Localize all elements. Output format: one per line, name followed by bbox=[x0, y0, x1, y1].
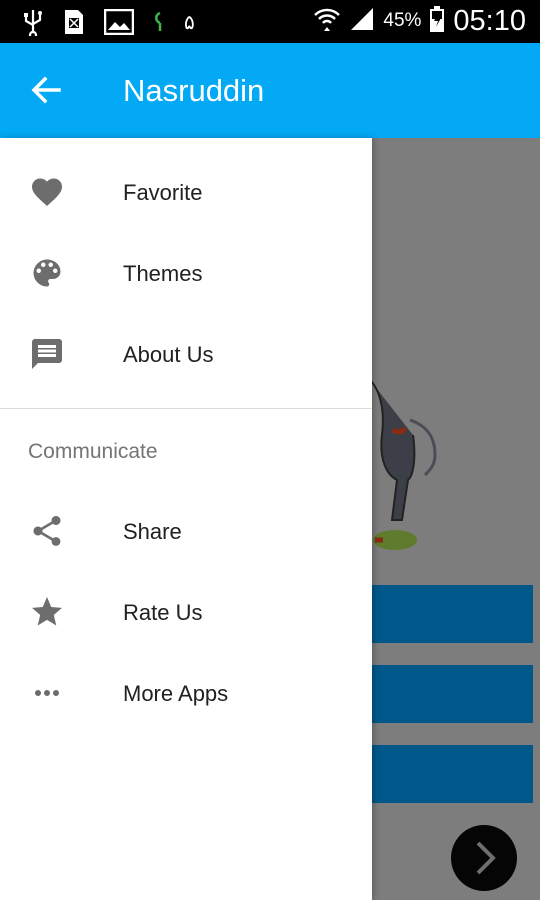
drawer-item-rate-us[interactable]: Rate Us bbox=[0, 572, 372, 653]
navigation-drawer: Favorite Themes About Us Communicate Sha… bbox=[0, 138, 372, 900]
wifi-icon bbox=[313, 5, 341, 38]
battery-percent: 45% bbox=[383, 10, 422, 31]
palette-icon bbox=[33, 259, 61, 287]
page-title: Nasruddin bbox=[123, 73, 265, 108]
drawer-item-label: About Us bbox=[123, 342, 214, 367]
message-icon bbox=[32, 339, 62, 369]
share-icon bbox=[33, 516, 61, 546]
drawer-item-themes[interactable]: Themes bbox=[0, 233, 372, 314]
drawer-item-share[interactable]: Share bbox=[0, 491, 372, 572]
app-toolbar: Nasruddin bbox=[0, 43, 540, 138]
more-horiz-icon bbox=[35, 690, 59, 696]
arrow-back-icon bbox=[31, 76, 61, 104]
battery-icon bbox=[429, 5, 445, 38]
status-bar-notifications: ۵ bbox=[22, 7, 195, 37]
status-bar-system: 45% 05:10 bbox=[313, 3, 526, 39]
drawer-item-label: Themes bbox=[123, 261, 203, 286]
drawer-item-label: Favorite bbox=[123, 180, 203, 205]
chevron-right-icon bbox=[476, 841, 496, 875]
drawer-item-label: More Apps bbox=[123, 681, 229, 706]
drawer-item-about-us[interactable]: About Us bbox=[0, 314, 372, 395]
clock: 05:10 bbox=[453, 4, 526, 37]
drawer-item-favorite[interactable]: Favorite bbox=[0, 152, 372, 233]
star-icon bbox=[32, 597, 62, 626]
back-button[interactable] bbox=[26, 69, 68, 111]
usb-icon bbox=[22, 8, 44, 36]
drawer-item-label: Share bbox=[123, 519, 182, 544]
heart-icon bbox=[32, 178, 62, 207]
signal-icon bbox=[349, 6, 375, 37]
number-icon: ۵ bbox=[184, 11, 195, 34]
next-button[interactable] bbox=[451, 825, 517, 891]
illustration-image bbox=[365, 370, 440, 570]
notification-icon bbox=[152, 9, 166, 35]
drawer-divider bbox=[0, 408, 372, 409]
status-bar: ۵ 45% 05:10 bbox=[0, 0, 540, 43]
drawer-item-label: Rate Us bbox=[123, 600, 203, 625]
drawer-item-more-apps[interactable]: More Apps bbox=[0, 653, 372, 734]
section-header-communicate: Communicate bbox=[28, 440, 158, 463]
gallery-icon bbox=[104, 9, 134, 35]
sim-icon bbox=[62, 8, 86, 36]
